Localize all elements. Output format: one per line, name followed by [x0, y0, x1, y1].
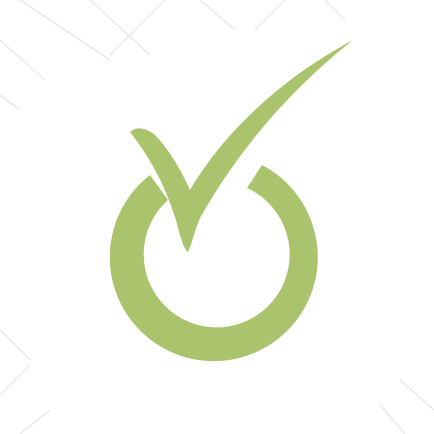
image-canvas — [0, 0, 434, 434]
checkmark-shape — [130, 40, 353, 252]
checkmark-in-ring-icon — [109, 40, 353, 362]
